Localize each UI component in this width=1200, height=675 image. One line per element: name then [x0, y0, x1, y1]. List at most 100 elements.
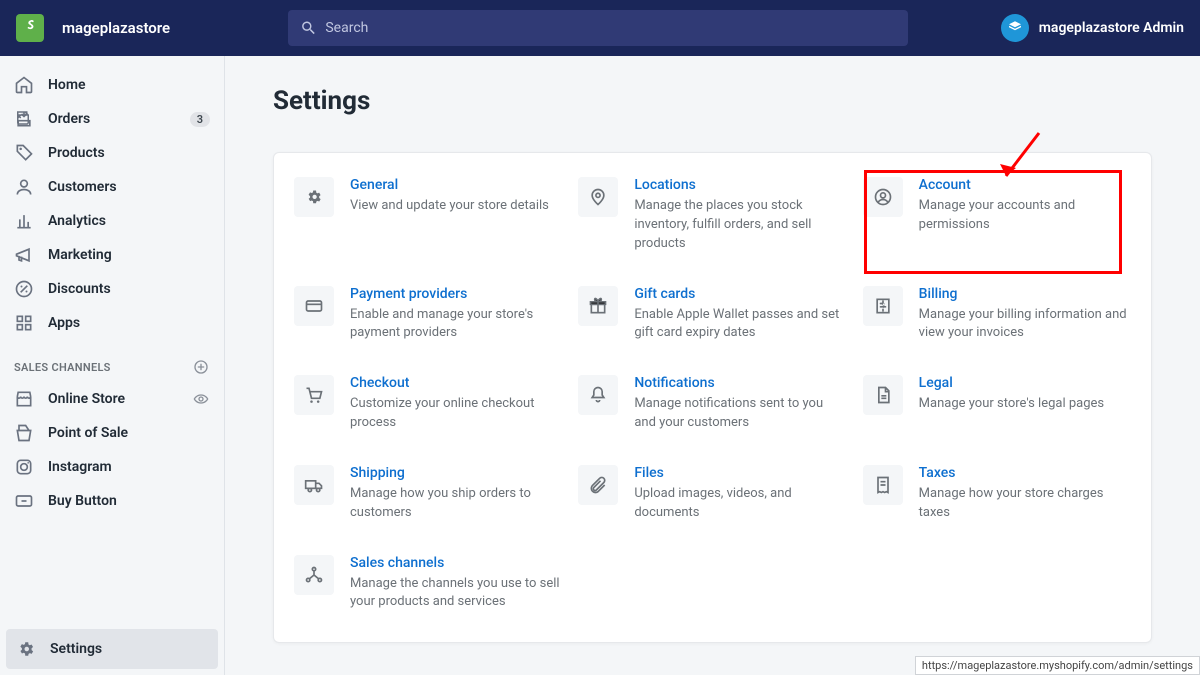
tile-desc: Manage the channels you use to sell your… [350, 575, 562, 613]
bell-icon [578, 375, 618, 415]
settings-tile-sales-channels[interactable]: Sales channels Manage the channels you us… [294, 555, 562, 613]
tile-desc: Customize your online checkout process [350, 395, 562, 433]
tile-title: Shipping [350, 465, 562, 481]
instagram-icon [14, 457, 34, 477]
tile-desc: Manage how your store charges taxes [919, 485, 1131, 523]
settings-label: Settings [50, 641, 208, 657]
user-avatar-icon [1001, 14, 1029, 42]
sidebar-item-analytics[interactable]: Analytics [0, 204, 224, 238]
tile-desc: Enable and manage your store's payment p… [350, 306, 562, 344]
tile-title: Taxes [919, 465, 1131, 481]
main-content: Settings General View and update your sto… [225, 56, 1200, 675]
tile-title: Sales channels [350, 555, 562, 571]
analytics-icon [14, 211, 34, 231]
tile-desc: Enable Apple Wallet passes and set gift … [634, 306, 846, 344]
search-input[interactable] [325, 20, 896, 36]
settings-tile-taxes[interactable]: Taxes Manage how your store charges taxes [863, 465, 1131, 523]
svg-text:$: $ [881, 301, 885, 309]
tile-title: General [350, 177, 549, 193]
nav-label: Analytics [48, 213, 210, 229]
search-icon [300, 19, 317, 37]
settings-tile-shipping[interactable]: Shipping Manage how you ship orders to cu… [294, 465, 562, 523]
tile-desc: Manage the places you stock inventory, f… [634, 197, 846, 254]
nav-label: Products [48, 145, 210, 161]
gear-icon [294, 177, 334, 217]
sidebar-item-settings[interactable]: Settings [6, 629, 218, 669]
shop-s-icon [22, 19, 38, 37]
billing-icon: $ [863, 286, 903, 326]
add-channel-icon[interactable] [192, 358, 210, 376]
tile-title: Billing [919, 286, 1131, 302]
store-icon [14, 389, 34, 409]
truck-icon [294, 465, 334, 505]
sidebar-item-marketing[interactable]: Marketing [0, 238, 224, 272]
nav-label: Marketing [48, 247, 210, 263]
nav-label: Discounts [48, 281, 210, 297]
tile-title: Files [634, 465, 846, 481]
nav-label: Home [48, 77, 210, 93]
account-icon [863, 177, 903, 217]
user-name: mageplazastore Admin [1039, 20, 1184, 36]
settings-tile-notifications[interactable]: NotificationsManage notifications sent t… [578, 375, 846, 433]
nav-label: Orders [48, 111, 176, 127]
sidebar-item-buy-button[interactable]: Buy Button [0, 484, 224, 518]
sidebar-item-apps[interactable]: Apps [0, 306, 224, 340]
sidebar-item-customers[interactable]: Customers [0, 170, 224, 204]
customers-icon [14, 177, 34, 197]
sidebar-item-products[interactable]: Products [0, 136, 224, 170]
store-name[interactable]: mageplazastore [62, 19, 170, 37]
settings-tile-locations[interactable]: LocationsManage the places you stock inv… [578, 177, 846, 254]
buybutton-icon [14, 491, 34, 511]
tile-title: Payment providers [350, 286, 562, 302]
settings-tile-billing[interactable]: $ Billing Manage your billing information … [863, 286, 1131, 344]
sidebar-item-instagram[interactable]: Instagram [0, 450, 224, 484]
settings-tile-general[interactable]: General View and update your store detail… [294, 177, 562, 254]
eye-icon[interactable] [192, 390, 210, 408]
shopify-logo[interactable] [16, 14, 44, 42]
tile-title: Gift cards [634, 286, 846, 302]
tile-desc: Manage your accounts and permissions [919, 197, 1131, 235]
nav-label: Buy Button [48, 493, 210, 509]
legal-icon [863, 375, 903, 415]
orders-icon [14, 109, 34, 129]
receipt-icon [863, 465, 903, 505]
nav-label: Apps [48, 315, 210, 331]
sidebar: Home Orders 3 Products Customers Analytics Mar… [0, 56, 225, 675]
products-icon [14, 143, 34, 163]
tile-title: Account [919, 177, 1131, 193]
gift-icon [578, 286, 618, 326]
card-icon [294, 286, 334, 326]
settings-tile-checkout[interactable]: Checkout Customize your online checkout p… [294, 375, 562, 433]
status-bar-url: https://mageplazastore.myshopify.com/adm… [915, 656, 1200, 675]
sales-channels-header: SALES CHANNELS [0, 340, 224, 382]
tile-desc: Upload images, videos, and documents [634, 485, 846, 523]
nav-label: Instagram [48, 459, 210, 475]
tile-desc: Manage how you ship orders to customers [350, 485, 562, 523]
tile-title: Checkout [350, 375, 562, 391]
user-menu[interactable]: mageplazastore Admin [1001, 14, 1184, 42]
settings-tile-payment-providers[interactable]: Payment providers Enable and manage your … [294, 286, 562, 344]
page-title: Settings [273, 86, 1152, 116]
tile-desc: Manage your billing information and view… [919, 306, 1131, 344]
pin-icon [578, 177, 618, 217]
cart-icon [294, 375, 334, 415]
clip-icon [578, 465, 618, 505]
sidebar-item-home[interactable]: Home [0, 68, 224, 102]
tile-desc: View and update your store details [350, 197, 549, 216]
channels-icon [294, 555, 334, 595]
settings-tile-gift-cards[interactable]: Gift cards Enable Apple Wallet passes and… [578, 286, 846, 344]
apps-icon [14, 313, 34, 333]
settings-tile-legal[interactable]: LegalManage your store's legal pages [863, 375, 1131, 433]
sidebar-item-orders[interactable]: Orders 3 [0, 102, 224, 136]
sidebar-item-point-of-sale[interactable]: Point of Sale [0, 416, 224, 450]
gear-icon [16, 639, 36, 659]
settings-tile-account[interactable]: Account Manage your accounts and permissi… [863, 177, 1131, 254]
nav-label: Point of Sale [48, 425, 210, 441]
badge: 3 [190, 112, 210, 127]
pos-icon [14, 423, 34, 443]
sidebar-item-online-store[interactable]: Online Store [0, 382, 224, 416]
tile-desc: Manage your store's legal pages [919, 395, 1104, 414]
sidebar-item-discounts[interactable]: Discounts [0, 272, 224, 306]
settings-tile-files[interactable]: Files Upload images, videos, and document… [578, 465, 846, 523]
search-field[interactable] [288, 10, 908, 46]
